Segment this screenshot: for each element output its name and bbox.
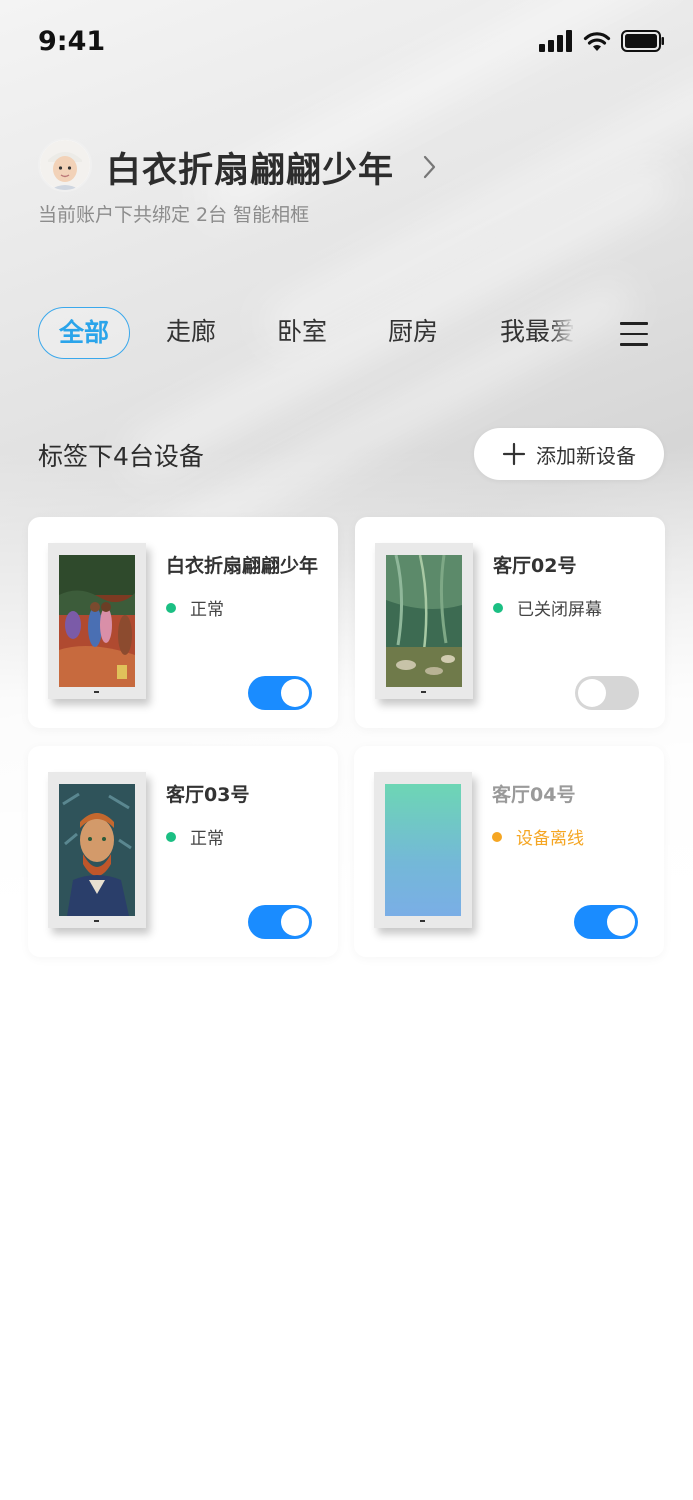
add-device-button[interactable]: 添加新设备 xyxy=(474,428,664,480)
status-text: 正常 xyxy=(190,600,224,620)
screen-toggle[interactable] xyxy=(248,676,312,710)
menu-icon[interactable] xyxy=(620,322,648,346)
plus-icon xyxy=(502,442,526,466)
device-status: 正常 xyxy=(166,824,224,849)
tab-bar: 全部 走廊 卧室 厨房 我最爱 xyxy=(38,307,658,361)
artwork-image xyxy=(59,784,135,916)
status-bar: 9:41 xyxy=(0,0,693,90)
status-dot xyxy=(166,602,176,613)
tab-corridor[interactable]: 走廊 xyxy=(166,307,216,357)
device-name: 客厅02号 xyxy=(493,555,577,577)
device-name: 白衣折扇翩翩少年 xyxy=(166,555,319,577)
tab-kitchen[interactable]: 厨房 xyxy=(388,307,438,357)
tab-favorites[interactable]: 我最爱 xyxy=(500,307,575,357)
status-text: 正常 xyxy=(190,829,224,849)
device-card[interactable]: 客厅04号 设备离线 xyxy=(354,746,664,957)
battery-icon xyxy=(621,30,664,52)
device-status: 设备离线 xyxy=(492,824,584,849)
section-title: 标签下4台设备 xyxy=(38,442,204,471)
status-text: 设备离线 xyxy=(516,829,584,849)
device-frame xyxy=(374,772,472,928)
avatar[interactable] xyxy=(38,138,92,192)
device-name: 客厅03号 xyxy=(166,784,250,806)
device-card[interactable]: 客厅03号 正常 xyxy=(28,746,338,957)
status-dot xyxy=(493,602,503,613)
status-dot xyxy=(166,831,176,842)
device-name: 客厅04号 xyxy=(492,784,576,806)
wifi-icon xyxy=(583,32,611,51)
status-text: 已关闭屏幕 xyxy=(517,600,602,620)
device-frame xyxy=(48,543,146,699)
device-card[interactable]: 客厅02号 已关闭屏幕 xyxy=(355,517,665,728)
status-time: 9:41 xyxy=(38,26,106,57)
tab-bedroom[interactable]: 卧室 xyxy=(277,307,327,357)
device-status: 正常 xyxy=(166,595,224,620)
screen-toggle[interactable] xyxy=(574,905,638,939)
artwork-image xyxy=(59,555,135,687)
status-dot xyxy=(492,831,502,842)
device-card[interactable]: 白衣折扇翩翩少年 正常 xyxy=(28,517,338,728)
signal-icon xyxy=(539,30,572,52)
add-device-label: 添加新设备 xyxy=(536,443,636,468)
device-frame xyxy=(48,772,146,928)
screen-toggle[interactable] xyxy=(575,676,639,710)
tab-all[interactable]: 全部 xyxy=(38,307,130,359)
device-status: 已关闭屏幕 xyxy=(493,595,602,620)
account-info: 当前账户下共绑定 2台 智能相框 xyxy=(38,204,310,226)
artwork-placeholder xyxy=(385,784,461,916)
device-frame xyxy=(375,543,473,699)
status-icons xyxy=(539,30,665,52)
avatar-image xyxy=(40,140,90,190)
artwork-image xyxy=(386,555,462,687)
user-name[interactable]: 白衣折扇翩翩少年 xyxy=(106,142,394,193)
chevron-right-icon[interactable] xyxy=(422,154,438,180)
screen-toggle[interactable] xyxy=(248,905,312,939)
